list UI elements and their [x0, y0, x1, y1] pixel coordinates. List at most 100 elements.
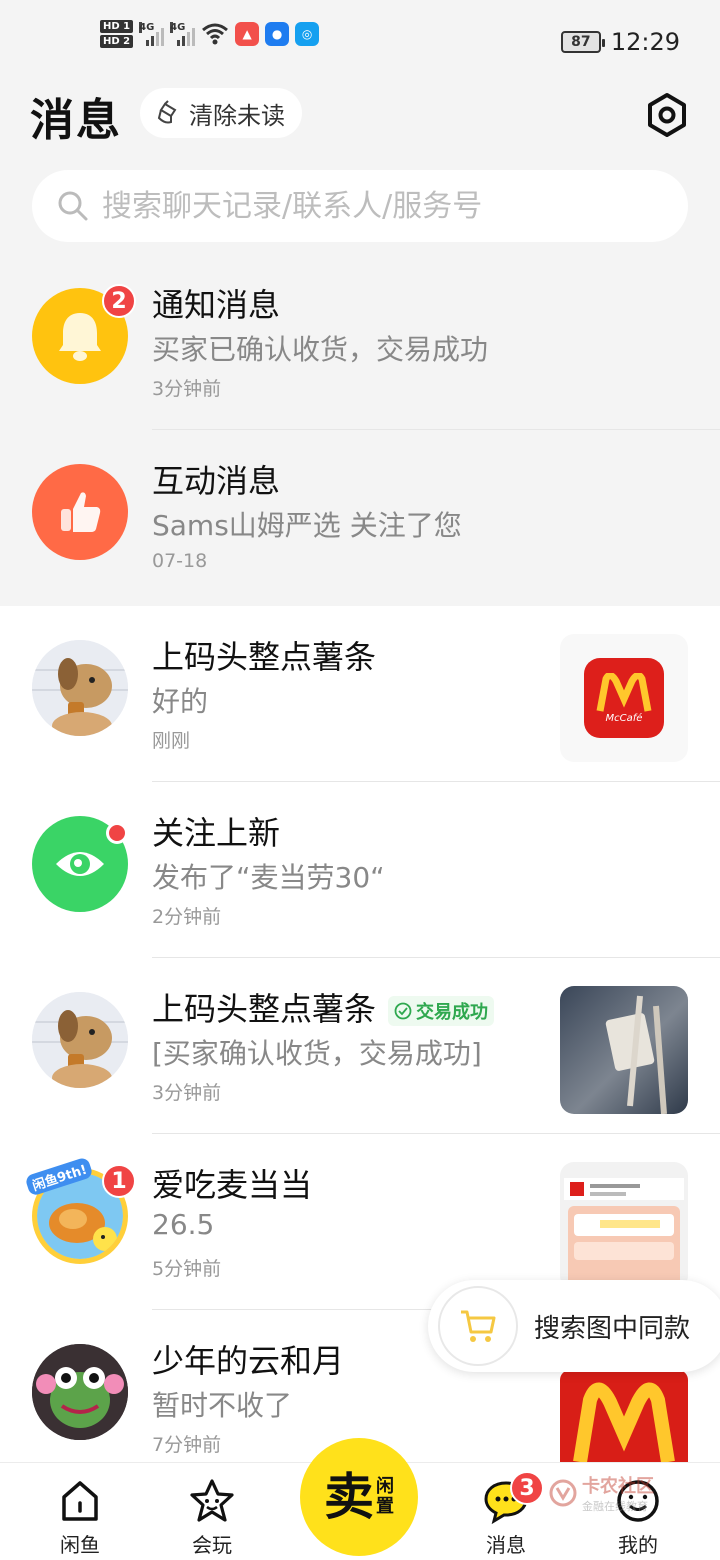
charger-photo-icon [605, 995, 667, 1114]
clear-unread-button[interactable]: 清除未读 [140, 88, 302, 138]
conversation-name: 关注上新 [152, 814, 281, 852]
sell-sub-2: 置 [376, 1496, 394, 1517]
clear-unread-label: 清除未读 [189, 101, 285, 130]
dog-avatar-icon [32, 992, 128, 1088]
shopping-app-icon: ▲ [235, 22, 260, 46]
home-icon [62, 1481, 98, 1521]
conversation-interact[interactable]: 互动消息 Sams山姆严选 关注了您 07-18 [0, 430, 720, 606]
coupon-screenshot-icon [564, 1178, 684, 1286]
network-1-label: 4G [139, 22, 155, 33]
avatar [32, 816, 128, 912]
sell-label: 卖 [324, 1468, 374, 1526]
conversation-notify[interactable]: 2 通知消息 买家已确认收货，交易成功 3分钟前 [0, 254, 720, 430]
tag-label: 交易成功 [416, 1002, 489, 1023]
search-input[interactable] [102, 188, 662, 224]
thumbs-up-icon [61, 492, 101, 532]
conversation-chat-2[interactable]: 上码头整点薯条 交易成功 [买家确认收货，交易成功] 3分钟前 [0, 958, 720, 1134]
sell-sub-label: 闲 置 [376, 1477, 394, 1517]
tab-play-label: 会玩 [192, 1533, 232, 1557]
conversation-message: [买家确认收货，交易成功] [152, 1037, 482, 1070]
settings-hexagon-icon [648, 93, 686, 137]
network-2-label: 4G [170, 22, 186, 33]
wifi-icon [202, 23, 229, 45]
bell-icon [59, 313, 101, 361]
hd2-label: HD 2 [100, 35, 134, 48]
conversation-time: 3分钟前 [152, 378, 222, 400]
broom-icon [157, 100, 177, 124]
avatar [32, 992, 128, 1088]
conversation-message: 买家已确认收货，交易成功 [152, 333, 489, 366]
conversation-message: 26.5 [152, 1208, 215, 1241]
search-icon [58, 191, 88, 221]
conversation-time: 7分钟前 [152, 1434, 222, 1456]
star-face-icon [190, 1479, 234, 1522]
mccafe-text: McCafé [605, 712, 643, 724]
page-title: 消息 [30, 95, 122, 146]
hd1-label: HD 1 [100, 20, 134, 33]
tab-messages[interactable]: 消息 3 [456, 1471, 556, 1558]
signal-2-icon: 4G [170, 22, 196, 46]
mccafe-logo-icon: McCafé [584, 658, 664, 738]
eye-icon [56, 852, 104, 876]
unread-badge: 1 [102, 1164, 136, 1198]
conversation-name: 上码头整点薯条 [152, 638, 377, 676]
avatar [32, 640, 128, 736]
dog-avatar-icon [32, 640, 128, 736]
conversation-name-text: 上码头整点薯条 [152, 990, 377, 1028]
watermark: 卡农社区 金融在线教育 [548, 1472, 654, 1514]
item-thumbnail [560, 1370, 688, 1462]
search-bar[interactable] [32, 170, 688, 242]
frog-avatar-icon [32, 1344, 128, 1440]
conversation-message: 暂时不收了 [152, 1389, 293, 1422]
conversation-name: 通知消息 [152, 286, 281, 324]
conversation-message: Sams山姆严选 关注了您 [152, 509, 462, 542]
conversation-name: 上码头整点薯条 交易成功 [152, 984, 495, 1030]
conversation-time: 刚刚 [152, 730, 191, 752]
search-app-icon: ◎ [295, 22, 320, 46]
item-thumbnail [560, 1162, 688, 1290]
settings-button[interactable] [642, 90, 692, 140]
search-similar-image-button[interactable]: 搜索图中同款 [428, 1280, 720, 1372]
watermark-title: 卡农社区 [582, 1476, 654, 1497]
conversation-follow[interactable]: 关注上新 发布了“麦当劳30“ 2分钟前 [0, 782, 720, 958]
conversation-message: 好的 [152, 685, 209, 718]
watermark-subtitle: 金融在线教育 [582, 1500, 648, 1513]
item-thumbnail [560, 986, 688, 1114]
sell-button[interactable]: 卖 闲 置 [300, 1438, 418, 1556]
check-circle-icon [394, 1002, 412, 1020]
tab-home[interactable]: 闲鱼 [30, 1477, 130, 1558]
conversation-time: 5分钟前 [152, 1258, 222, 1280]
unread-dot [106, 822, 128, 844]
signal-1-icon: 4G [139, 22, 165, 46]
tab-play[interactable]: 会玩 [162, 1477, 262, 1558]
messages-badge: 3 [510, 1471, 544, 1505]
cart-icon [461, 1310, 496, 1342]
conversation-time: 2分钟前 [152, 906, 222, 928]
status-bar: HD 1 HD 2 4G 4G ▲ ● ◎ 87 12:29 [0, 0, 720, 84]
conversation-name: 互动消息 [152, 462, 281, 500]
tab-mine-label: 我的 [618, 1533, 658, 1557]
messages-screen: HD 1 HD 2 4G 4G ▲ ● ◎ 87 12:29 消息 清除未读 搜… [0, 0, 720, 1560]
bulb-app-icon: ● [265, 22, 290, 46]
mcdonalds-logo-icon [573, 1382, 675, 1462]
unread-badge: 2 [102, 284, 136, 318]
cart-icon-wrapper [438, 1286, 518, 1366]
battery-icon: 87 [560, 31, 605, 53]
conversation-message: 发布了“麦当劳30“ [152, 861, 385, 894]
avatar [32, 1344, 128, 1440]
hd-indicator: HD 1 HD 2 [100, 20, 134, 48]
tab-messages-label: 消息 [486, 1533, 526, 1557]
conversation-chat-1[interactable]: 上码头整点薯条 好的 刚刚 McCafé [0, 606, 720, 782]
trade-success-tag: 交易成功 [388, 996, 495, 1026]
conversation-name: 爱吃麦当当 [152, 1166, 313, 1204]
conversation-name: 少年的云和月 [152, 1342, 345, 1380]
search-similar-label: 搜索图中同款 [534, 1313, 691, 1344]
tab-home-label: 闲鱼 [60, 1533, 100, 1557]
item-thumbnail: McCafé [560, 634, 688, 762]
avatar: 2 [32, 284, 136, 384]
battery-level: 87 [571, 34, 591, 50]
status-time: 12:29 [610, 28, 680, 56]
conversation-time: 3分钟前 [152, 1082, 222, 1104]
sell-sub-1: 闲 [376, 1476, 394, 1498]
conversation-time: 07-18 [152, 550, 208, 572]
